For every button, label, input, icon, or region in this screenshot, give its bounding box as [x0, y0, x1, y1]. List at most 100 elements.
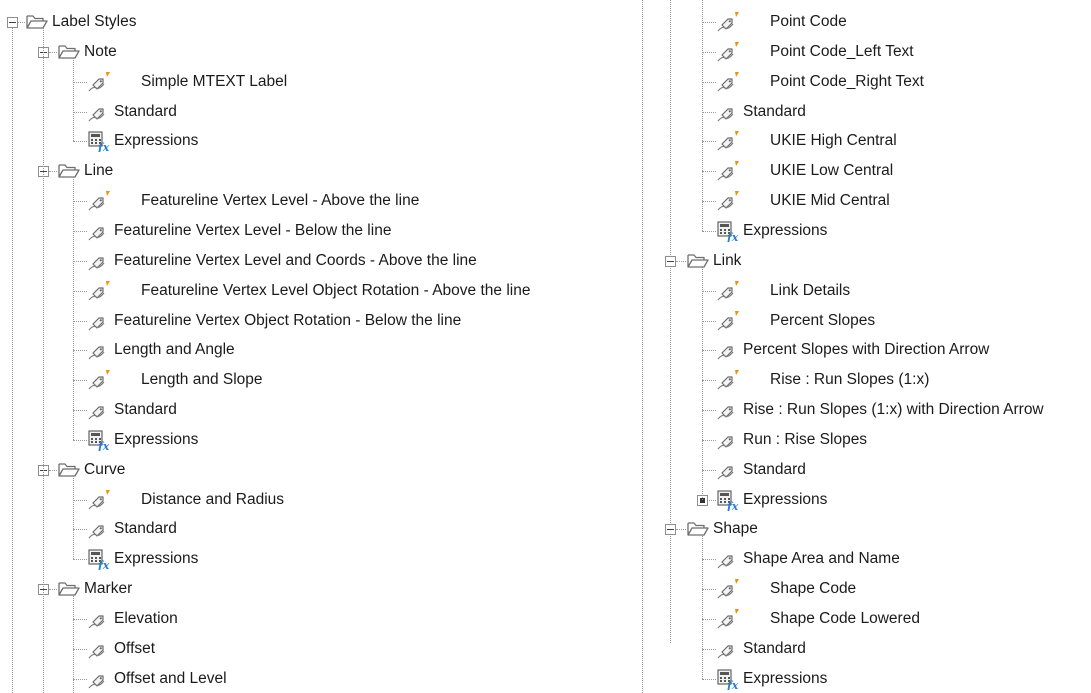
tree-item-expressions[interactable]: fx Expressions	[87, 426, 198, 454]
tree-item-label-style[interactable]: Standard	[716, 456, 806, 484]
tree-node-label: Label Styles	[52, 13, 137, 30]
label-style-icon	[716, 339, 740, 361]
tree-connector-line	[43, 28, 44, 693]
tree-item-label-style[interactable]: Featureline Vertex Level - Below the lin…	[87, 217, 391, 245]
tree-connector-line	[676, 529, 686, 531]
tree-node-label: UKIE Low Central	[770, 162, 894, 180]
label-style-icon	[716, 310, 740, 332]
orange-flag-marker	[735, 71, 739, 77]
tree-item-label-style[interactable]: Percent Slopes	[716, 307, 875, 335]
tree-item-label-style[interactable]: Standard	[87, 98, 177, 126]
tree-item-label-style[interactable]: Shape Code	[716, 575, 856, 603]
tree-item-label-style[interactable]: Shape Code Lowered	[716, 605, 920, 633]
tree-connector-line	[73, 320, 87, 322]
tree-folder-note[interactable]: Note	[57, 38, 117, 66]
tree-item-expressions[interactable]: fx Expressions	[716, 486, 827, 514]
collapse-node-toggle[interactable]	[7, 17, 18, 28]
tree-node-label: Point Code_Left Text	[770, 42, 914, 60]
tree-connector-line	[49, 171, 57, 173]
tree-item-label-style[interactable]: Offset	[87, 635, 155, 663]
collapse-node-toggle[interactable]	[665, 524, 676, 536]
tree-item-label-style[interactable]: Run : Rise Slopes	[716, 426, 867, 454]
tree-connector-line	[73, 290, 87, 292]
tree-item-label-style[interactable]: Featureline Vertex Object Rotation - Bel…	[87, 307, 461, 335]
tree-connector-line	[702, 22, 716, 23]
label-style-icon	[87, 190, 111, 212]
tree-item-label-style[interactable]: Point Code_Right Text	[716, 68, 924, 96]
orange-flag-marker	[106, 191, 110, 197]
tree-connector-line	[702, 678, 716, 680]
tree-node-label: Featureline Vertex Level - Below the lin…	[114, 221, 392, 239]
tree-item-label-style[interactable]: Standard	[87, 515, 177, 543]
tree-node-label: Expressions	[114, 132, 199, 150]
tree-node-label: Standard	[743, 460, 806, 478]
svg-text:fx: fx	[97, 559, 110, 570]
tree-connector-line	[49, 469, 57, 471]
tree-item-label-style[interactable]: Standard	[87, 396, 177, 424]
tree-item-expressions[interactable]: fx Expressions	[87, 545, 198, 573]
tree-node-label: Rise : Run Slopes (1:x)	[770, 371, 930, 389]
tree-node-label: Rise : Run Slopes (1:x) with Direction A…	[743, 401, 1044, 419]
tree-item-label-style[interactable]: Featureline Vertex Level and Coords - Ab…	[87, 247, 477, 275]
expressions-calculator-icon: fx	[716, 220, 740, 242]
tree-item-label-style[interactable]: Length and Slope	[87, 366, 263, 394]
tree-connector-line	[73, 201, 87, 203]
tree-node-label: Distance and Radius	[141, 490, 285, 508]
tree-folder-curve[interactable]: Curve	[57, 456, 125, 484]
tree-item-label-style[interactable]: Simple MTEXT Label	[87, 68, 287, 96]
tree-root-label-styles[interactable]: Label Styles	[25, 8, 136, 36]
tree-item-label-style[interactable]: Offset and Level	[87, 665, 227, 693]
tree-connector-line	[73, 57, 74, 142]
tree-item-label-style[interactable]: UKIE Low Central	[716, 157, 893, 185]
tree-item-label-style[interactable]: Featureline Vertex Level - Above the lin…	[87, 187, 419, 215]
tree-item-label-style[interactable]: UKIE Mid Central	[716, 187, 890, 215]
tree-folder-link[interactable]: Link	[686, 247, 741, 275]
tree-item-label-style[interactable]: Shape Area and Name	[716, 545, 900, 573]
tree-node-label: Standard	[743, 639, 806, 657]
tree-node-label: Shape Code	[770, 580, 857, 598]
tree-item-expressions[interactable]: fx Expressions	[87, 127, 198, 155]
tree-folder-marker[interactable]: Marker	[57, 575, 132, 603]
tree-item-label-style[interactable]: Point Code	[716, 8, 847, 36]
expressions-calculator-icon: fx	[716, 489, 740, 511]
tree-item-label-style[interactable]: Distance and Radius	[87, 486, 284, 514]
tree-node-label: Standard	[114, 102, 177, 120]
tree-item-label-style[interactable]: Elevation	[87, 605, 178, 633]
tree-item-label-style[interactable]: Standard	[716, 98, 806, 126]
tree-folder-shape[interactable]: Shape	[686, 515, 758, 543]
tree-item-label-style[interactable]: Length and Angle	[87, 336, 235, 364]
tree-node-label: Elevation	[114, 610, 178, 627]
tree-item-label-style[interactable]: Featureline Vertex Level Object Rotation…	[87, 277, 530, 305]
svg-text:fx: fx	[97, 440, 110, 451]
folder-open-icon	[57, 578, 81, 600]
tree-connector-line	[73, 678, 87, 680]
tree-item-label-style[interactable]: Percent Slopes with Direction Arrow	[716, 336, 989, 364]
tree-node-label: Curve	[84, 460, 126, 478]
tree-connector-line	[702, 290, 716, 292]
tree-item-label-style[interactable]: Link Details	[716, 277, 850, 305]
tree-node-label: UKIE Mid Central	[770, 192, 890, 210]
tree-item-label-style[interactable]: Rise : Run Slopes (1:x) with Direction A…	[716, 396, 1044, 424]
tree-item-label-style[interactable]: Rise : Run Slopes (1:x)	[716, 366, 929, 394]
tree-item-expressions[interactable]: fx Expressions	[716, 665, 827, 693]
tree-connector-line	[73, 499, 87, 501]
tree-connector-line	[702, 380, 716, 382]
tree-node-label: Featureline Vertex Level and Coords - Ab…	[114, 251, 477, 269]
tree-connector-line	[702, 589, 716, 591]
collapse-node-toggle[interactable]	[665, 255, 676, 267]
tree-folder-line[interactable]: Line	[57, 157, 113, 185]
orange-flag-marker	[106, 370, 110, 376]
label-style-icon	[716, 608, 740, 630]
tree-item-expressions[interactable]: fx Expressions	[716, 217, 827, 245]
orange-flag-marker	[735, 12, 739, 17]
tree-item-label-style[interactable]: Point Code_Left Text	[716, 38, 914, 66]
tree-connector-line	[73, 350, 87, 352]
tree-connector-line	[18, 22, 25, 23]
tree-item-label-style[interactable]: UKIE High Central	[716, 127, 897, 155]
tree-item-label-style[interactable]: Standard	[716, 635, 806, 663]
tree-connector-line	[702, 51, 716, 53]
tree-connector-line	[702, 469, 716, 471]
tree-connector-line	[73, 595, 74, 693]
expressions-calculator-icon: fx	[87, 548, 111, 570]
tree-connector-line	[702, 201, 716, 203]
